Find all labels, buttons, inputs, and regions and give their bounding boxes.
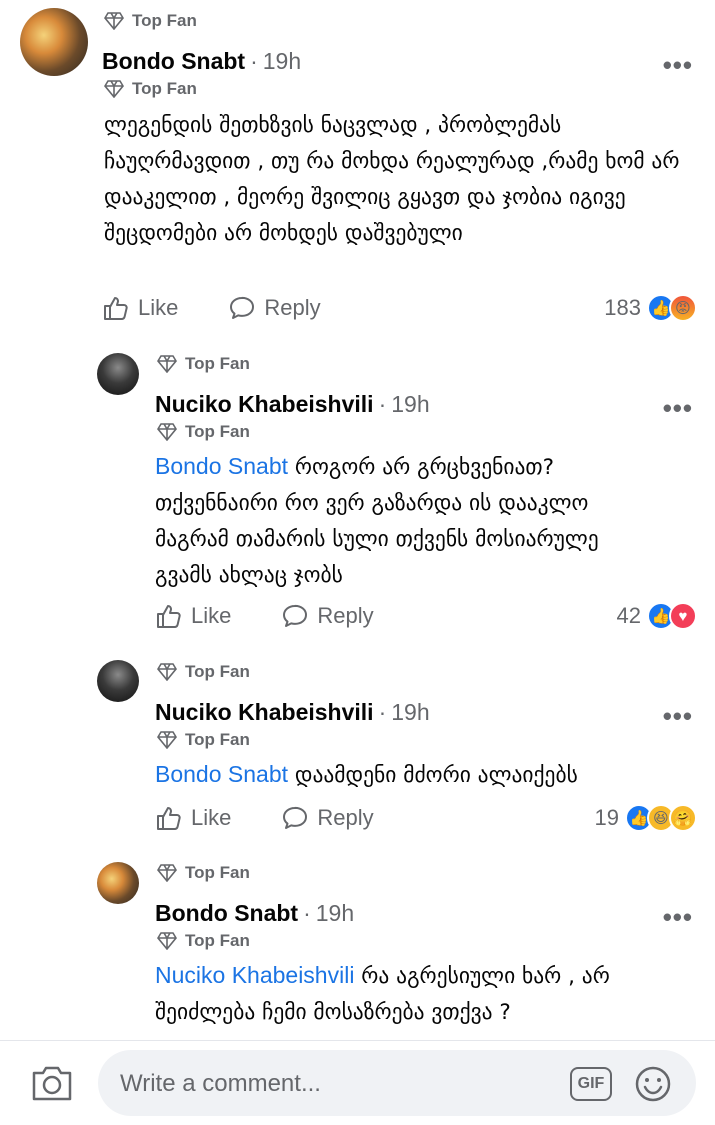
top-fan-badge: Top Fan <box>157 662 250 682</box>
comment-composer: Write a comment... GIF <box>0 1040 715 1125</box>
like-button[interactable]: Like <box>155 804 231 832</box>
comment-header: Nuciko Khabeishvili · 19h <box>155 699 430 726</box>
top-fan-badge: Top Fan <box>157 730 250 750</box>
badge-label: Top Fan <box>185 931 250 950</box>
top-fan-badge: Top Fan <box>157 354 250 374</box>
more-options-button[interactable]: ••• <box>663 395 693 421</box>
reaction-summary[interactable]: 42 👍 ♥ <box>617 602 697 630</box>
thumbs-up-icon <box>157 605 181 628</box>
speech-bubble-icon <box>230 296 255 319</box>
badge-label: Top Fan <box>185 422 250 441</box>
thumbs-up-icon <box>104 297 128 320</box>
author-name[interactable]: Bondo Snabt <box>155 900 298 927</box>
comment-header: Bondo Snabt · 19h <box>102 48 302 75</box>
badge-label: Top Fan <box>185 863 250 882</box>
speech-bubble-icon <box>283 604 308 627</box>
reaction-summary[interactable]: 19 👍 😆 🤗 <box>595 804 697 832</box>
like-button[interactable]: Like <box>102 294 178 322</box>
top-fan-badge: Top Fan <box>104 11 197 31</box>
avatar[interactable] <box>97 862 139 904</box>
mention-link[interactable]: Nuciko Khabeishvili <box>155 962 354 988</box>
comment-text: Nuciko Khabeishvili რა აგრესიული ხარ , ა… <box>155 962 610 1025</box>
diamond-icon <box>104 12 124 30</box>
reaction-count: 19 <box>594 805 619 830</box>
like-button[interactable]: Like <box>155 602 231 630</box>
timestamp[interactable]: 19h <box>391 391 429 418</box>
timestamp[interactable]: 19h <box>316 900 354 927</box>
speech-bubble-icon <box>283 806 308 829</box>
author-name[interactable]: Bondo Snabt <box>102 48 245 75</box>
mention-link[interactable]: Bondo Snabt <box>155 761 288 787</box>
comment-text: Bondo Snabt დაამდენი მძორი ალაიქებს <box>155 761 578 788</box>
reaction-summary[interactable]: 183 👍 😡 <box>604 294 697 322</box>
angry-reaction-icon: 😡 <box>669 294 697 322</box>
top-fan-badge: Top Fan <box>157 863 250 883</box>
camera-icon[interactable] <box>30 1063 74 1103</box>
top-fan-badge: Top Fan <box>104 79 197 99</box>
more-options-button[interactable]: ••• <box>663 703 693 729</box>
comment-header: Nuciko Khabeishvili · 19h <box>155 391 430 418</box>
author-name[interactable]: Nuciko Khabeishvili <box>155 391 374 418</box>
comment-header: Bondo Snabt · 19h <box>155 900 355 927</box>
badge-label: Top Fan <box>185 730 250 749</box>
reply-button[interactable]: Reply <box>228 294 321 322</box>
comment-actions: Like Reply <box>102 294 371 322</box>
avatar[interactable] <box>20 8 88 76</box>
comment-actions: Like Reply <box>155 804 424 832</box>
thumbs-up-icon <box>157 807 181 830</box>
top-fan-badge: Top Fan <box>157 931 250 951</box>
comment-text: Bondo Snabt როგორ არ გრცხვენიათ? თქვენნა… <box>155 453 599 588</box>
reply-button[interactable]: Reply <box>281 602 374 630</box>
comment-text: ლეგენდის შეთხზვის ნაცვლად , პრობლემას ჩა… <box>104 113 680 246</box>
diamond-icon <box>157 355 177 373</box>
diamond-icon <box>157 864 177 882</box>
badge-label: Top Fan <box>132 79 197 98</box>
avatar[interactable] <box>97 660 139 702</box>
more-options-button[interactable]: ••• <box>663 52 693 78</box>
diamond-icon <box>157 423 177 441</box>
gif-button[interactable]: GIF <box>570 1067 612 1101</box>
diamond-icon <box>157 932 177 950</box>
more-options-button[interactable]: ••• <box>663 904 693 930</box>
love-reaction-icon: ♥ <box>669 602 697 630</box>
comment-actions: Like Reply <box>155 602 424 630</box>
badge-label: Top Fan <box>185 662 250 681</box>
badge-label: Top Fan <box>185 354 250 373</box>
diamond-icon <box>157 731 177 749</box>
diamond-icon <box>104 80 124 98</box>
diamond-icon <box>157 663 177 681</box>
mention-link[interactable]: Bondo Snabt <box>155 453 288 479</box>
top-fan-badge: Top Fan <box>157 422 250 442</box>
avatar[interactable] <box>97 353 139 395</box>
badge-label: Top Fan <box>132 11 197 30</box>
comment-input[interactable]: Write a comment... GIF <box>98 1050 696 1116</box>
timestamp[interactable]: 19h <box>391 699 429 726</box>
reply-button[interactable]: Reply <box>281 804 374 832</box>
comment-placeholder: Write a comment... <box>120 1070 321 1097</box>
timestamp[interactable]: 19h <box>263 48 301 75</box>
smiley-icon[interactable] <box>634 1065 672 1103</box>
care-reaction-icon: 🤗 <box>669 804 697 832</box>
author-name[interactable]: Nuciko Khabeishvili <box>155 699 374 726</box>
reaction-count: 42 <box>616 603 641 628</box>
reaction-count: 183 <box>604 295 641 320</box>
